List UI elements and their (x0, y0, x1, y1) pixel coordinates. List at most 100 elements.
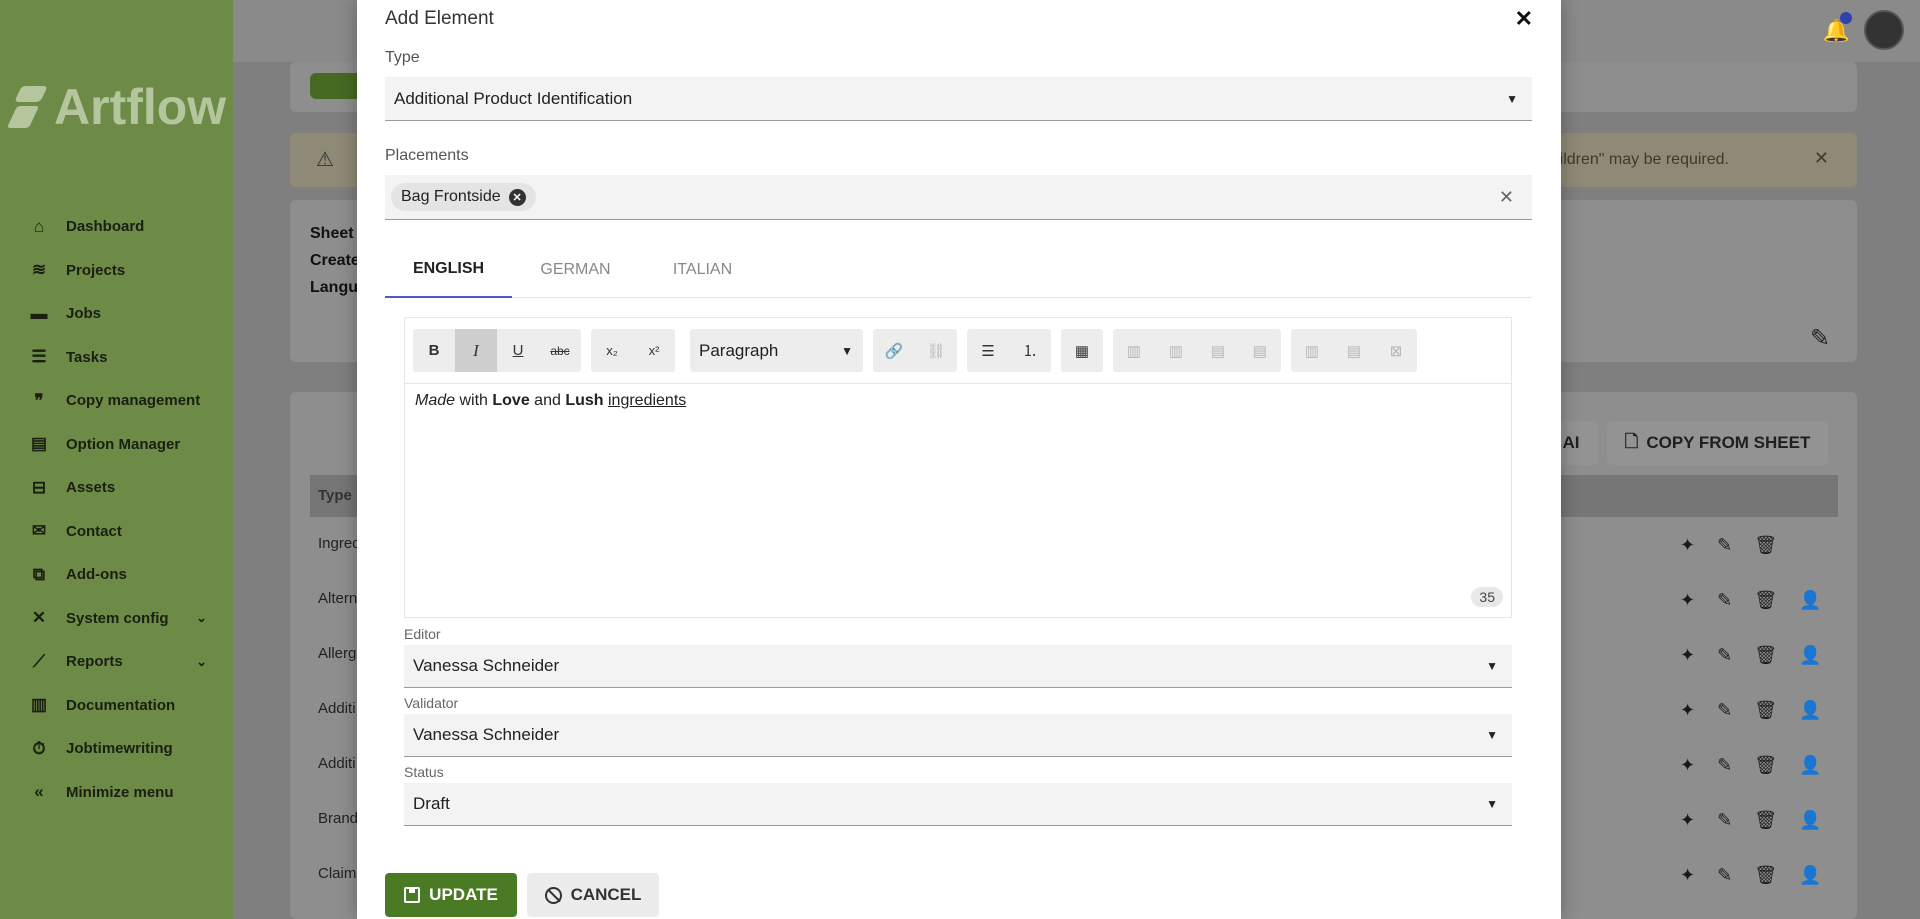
artflow-logo[interactable]: Artflow (12, 78, 226, 136)
delete-row-icon[interactable]: ▤ (1333, 329, 1375, 372)
ai-sparkle-icon[interactable]: ✦ (1680, 535, 1695, 556)
sidebar-item-copy-management[interactable]: ❞ Copy management (0, 379, 233, 423)
sidebar-item-reports[interactable]: ⟋ Reports ⌄ (0, 640, 233, 684)
numbered-list-icon[interactable]: ⒈ (1009, 329, 1051, 372)
assign-user-icon[interactable]: 👤 (1799, 755, 1821, 776)
pencil-icon[interactable]: ✎ (1717, 700, 1732, 721)
sidebar-item-jobs[interactable]: ▬ Jobs (0, 292, 233, 336)
update-button[interactable]: UPDATE (385, 873, 517, 917)
link-icon[interactable]: 🔗 (873, 329, 915, 372)
copy-from-sheet-button[interactable]: 🗋 COPY FROM SHEET (1607, 421, 1828, 465)
pencil-icon[interactable]: ✎ (1717, 590, 1732, 611)
sidebar-item-assets[interactable]: ⊟ Assets (0, 466, 233, 510)
trash-icon[interactable]: 🗑 (1754, 645, 1777, 666)
insert-row-below-icon[interactable]: ▤ (1239, 329, 1281, 372)
dropdown-arrow-icon: ▼ (1486, 797, 1498, 811)
pencil-icon[interactable]: ✎ (1717, 755, 1732, 776)
strikethrough-icon[interactable]: abc (539, 329, 581, 372)
superscript-icon[interactable]: x² (633, 329, 675, 372)
row-actions: ✦ ✎ 🗑 👤 (1680, 810, 1821, 831)
status-select-value: Draft (413, 794, 450, 813)
editor-label: Editor (404, 626, 441, 642)
sidebar-item-jobtimewriting[interactable]: ⏱ Jobtimewriting (0, 727, 233, 771)
validator-select-value: Vanessa Schneider (413, 725, 560, 744)
sidebar-item-option-manager[interactable]: ▤ Option Manager (0, 423, 233, 467)
sidebar-item-label: Add-ons (66, 566, 127, 584)
assign-user-icon[interactable]: 👤 (1799, 865, 1821, 886)
underline-icon[interactable]: U (497, 329, 539, 372)
subscript-icon[interactable]: x₂ (591, 329, 633, 372)
trash-icon[interactable]: 🗑 (1754, 755, 1777, 776)
puzzle-icon: ⧉ (32, 564, 46, 584)
ai-sparkle-icon[interactable]: ✦ (1680, 755, 1695, 776)
chevron-down-icon: ⌄ (196, 610, 207, 626)
ai-sparkle-icon[interactable]: ✦ (1680, 590, 1695, 611)
trash-icon[interactable]: 🗑 (1754, 865, 1777, 886)
italic-icon[interactable]: I (455, 329, 497, 372)
sidebar-item-label: Reports (66, 653, 123, 671)
sidebar-item-add-ons[interactable]: ⧉ Add-ons (0, 553, 233, 597)
tab-italian[interactable]: ITALIAN (639, 242, 766, 298)
ai-button-label: AI (1562, 433, 1580, 452)
pencil-icon[interactable]: ✎ (1717, 535, 1732, 556)
edit-sheet-icon[interactable]: ✎ (1810, 324, 1830, 353)
type-select[interactable]: Additional Product Identification ▼ (385, 77, 1532, 121)
clear-placements-icon[interactable]: ✕ (1499, 187, 1514, 208)
tab-german[interactable]: GERMAN (512, 242, 639, 298)
bold-icon[interactable]: B (413, 329, 455, 372)
editor-content[interactable]: Made with Love and Lush ingredients (415, 392, 686, 410)
trash-icon[interactable]: 🗑 (1754, 590, 1777, 611)
pencil-icon[interactable]: ✎ (1717, 865, 1732, 886)
close-dialog-icon[interactable]: ✕ (1515, 6, 1533, 32)
insert-row-above-icon[interactable]: ▤ (1197, 329, 1239, 372)
dropdown-arrow-icon: ▼ (841, 343, 853, 358)
table-row: Additi (318, 755, 356, 772)
ai-sparkle-icon[interactable]: ✦ (1680, 810, 1695, 831)
bulleted-list-icon[interactable]: ☰ (967, 329, 1009, 372)
insert-table-icon[interactable]: ▦ (1061, 329, 1103, 372)
warning-icon: ⚠ (316, 149, 334, 171)
sidebar-item-contact[interactable]: ✉ Contact (0, 510, 233, 554)
trash-icon[interactable]: 🗑 (1754, 810, 1777, 831)
type-select-value: Additional Product Identification (394, 88, 633, 108)
placements-select[interactable]: Bag Frontside ✕ ✕ (385, 175, 1532, 220)
block-format-select[interactable]: Paragraph ▼ (690, 329, 863, 372)
sidebar-item-minimize-menu[interactable]: « Minimize menu (0, 771, 233, 815)
insert-column-left-icon[interactable]: ▥ (1113, 329, 1155, 372)
sidebar-item-documentation[interactable]: ▥ Documentation (0, 684, 233, 728)
save-icon (404, 887, 421, 903)
assign-user-icon[interactable]: 👤 (1799, 645, 1821, 666)
validator-select[interactable]: Vanessa Schneider ▼ (404, 714, 1512, 757)
pencil-icon[interactable]: ✎ (1717, 810, 1732, 831)
avatar[interactable] (1864, 10, 1904, 50)
assign-user-icon[interactable]: 👤 (1799, 700, 1821, 721)
tab-english[interactable]: ENGLISH (385, 242, 512, 298)
delete-table-icon[interactable]: ⊠ (1375, 329, 1417, 372)
editor-select[interactable]: Vanessa Schneider ▼ (404, 645, 1512, 688)
type-column-header: Type (318, 487, 352, 504)
sidebar-item-tasks[interactable]: ☰ Tasks (0, 336, 233, 380)
link-group: 🔗 ⛓ (873, 329, 957, 372)
remove-chip-icon[interactable]: ✕ (508, 188, 526, 206)
row-actions: ✦ ✎ 🗑 👤 (1680, 700, 1821, 721)
status-select[interactable]: Draft ▼ (404, 783, 1512, 826)
assign-user-icon[interactable]: 👤 (1799, 590, 1821, 611)
sidebar-item-dashboard[interactable]: ⌂ Dashboard (0, 205, 233, 249)
close-icon[interactable]: ✕ (1814, 148, 1829, 169)
trash-icon[interactable]: 🗑 (1754, 700, 1777, 721)
sidebar-item-system-config[interactable]: ✕ System config ⌄ (0, 597, 233, 641)
quote-icon: ❞ (34, 390, 44, 410)
unlink-icon[interactable]: ⛓ (915, 329, 957, 372)
delete-column-icon[interactable]: ▥ (1291, 329, 1333, 372)
insert-column-right-icon[interactable]: ▥ (1155, 329, 1197, 372)
assign-user-icon[interactable]: 👤 (1799, 810, 1821, 831)
ai-sparkle-icon[interactable]: ✦ (1680, 865, 1695, 886)
sidebar-item-projects[interactable]: ≋ Projects (0, 249, 233, 293)
pencil-icon[interactable]: ✎ (1717, 645, 1732, 666)
ai-sparkle-icon[interactable]: ✦ (1680, 645, 1695, 666)
cancel-button[interactable]: CANCEL (527, 873, 659, 917)
placement-chip: Bag Frontside ✕ (391, 183, 536, 211)
trash-icon[interactable]: 🗑 (1754, 535, 1777, 556)
table-row: Ingred (318, 535, 361, 552)
ai-sparkle-icon[interactable]: ✦ (1680, 700, 1695, 721)
